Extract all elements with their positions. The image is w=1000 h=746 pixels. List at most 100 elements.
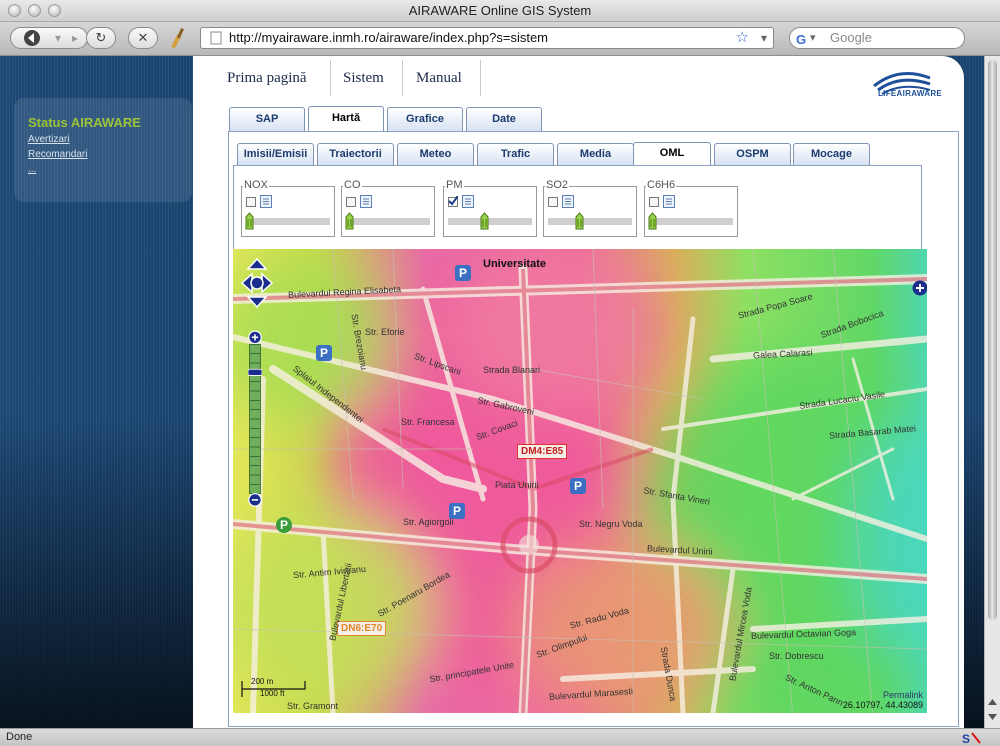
tab-harta[interactable]: Hartă: [308, 106, 384, 132]
window-title: AIRAWARE Online GIS System: [408, 3, 592, 18]
nav-divider: [480, 60, 481, 96]
layer-switcher-icon[interactable]: [912, 280, 927, 296]
tab-date[interactable]: Date: [466, 107, 542, 131]
slider-thumb-icon[interactable]: [480, 212, 489, 230]
parking-icon: P: [455, 265, 471, 281]
pollutant-label: NOX: [243, 179, 269, 191]
pollutant-box-co: CO: [341, 179, 435, 237]
url-bar[interactable]: http://myairaware.inmh.ro/airaware/index…: [200, 27, 774, 49]
broom-icon[interactable]: [167, 27, 189, 54]
status-title: Status AIRAWARE: [28, 115, 141, 130]
logo-text: LIFEAIRAWARE: [878, 89, 943, 98]
road-sign-dm4: DM4:E85: [517, 444, 568, 459]
page-scrollbar[interactable]: [984, 56, 1000, 728]
street-label: Str. Dobrescu: [769, 651, 824, 661]
pollutant-checkbox[interactable]: [448, 196, 458, 207]
pollutant-label: CO: [343, 179, 362, 191]
reload-icon: ↻: [95, 30, 107, 45]
slider-thumb-icon[interactable]: [648, 212, 657, 230]
nav-divider: [330, 60, 331, 96]
checkmark-icon: [448, 196, 458, 206]
pollutant-checkbox[interactable]: [246, 197, 256, 207]
forward-arrow-icon[interactable]: ▸: [65, 28, 85, 48]
tab-imisii-emisii[interactable]: Imisii/Emisii: [237, 143, 314, 165]
tab-trafic[interactable]: Trafic: [477, 143, 554, 165]
pollutant-box-c6h6: C6H6: [644, 179, 738, 237]
sidebar-link-more[interactable]: ...: [28, 164, 36, 175]
slider-thumb-icon[interactable]: [245, 212, 254, 230]
scrollbar-thumb[interactable]: [988, 60, 997, 620]
back-arrow-icon[interactable]: [17, 28, 47, 48]
legend-document-icon[interactable]: [663, 195, 675, 208]
pollutant-checkbox[interactable]: [649, 197, 659, 207]
tab-grafice[interactable]: Grafice: [387, 107, 463, 131]
street-label: Piata Unirii: [495, 480, 539, 490]
sidebar-link-avertizari[interactable]: Avertizari: [28, 134, 70, 145]
bookmark-star-icon[interactable]: ☆: [736, 28, 749, 48]
reload-button[interactable]: ↻: [86, 27, 116, 49]
street-label: Str. Gramont: [287, 701, 339, 711]
pollutant-checkbox[interactable]: [346, 197, 356, 207]
sidebar-link-recomandari[interactable]: Recomandari: [28, 149, 87, 160]
status-bar: Done S: [0, 728, 1000, 746]
tab-traiectorii[interactable]: Traiectorii: [317, 143, 394, 165]
search-placeholder: Google: [830, 30, 872, 45]
opacity-slider-track[interactable]: [548, 218, 632, 225]
tab-mocage[interactable]: Mocage: [793, 143, 870, 165]
stop-icon: ✕: [137, 30, 149, 45]
mouse-coordinates: 26.10797, 44.43089: [842, 700, 923, 710]
parking-icon: P: [276, 517, 292, 533]
legend-document-icon[interactable]: [360, 195, 372, 208]
legend-document-icon[interactable]: [562, 195, 574, 208]
legend-document-icon[interactable]: [462, 195, 474, 208]
parking-icon: P: [570, 478, 586, 494]
opacity-slider-track[interactable]: [346, 218, 430, 225]
status-text: Done: [6, 731, 33, 743]
road-sign-dn6: DN6:E70: [337, 621, 387, 636]
tab-ospm[interactable]: OSPM: [714, 143, 791, 165]
pollutant-label: C6H6: [646, 179, 677, 191]
tab-media[interactable]: Media: [557, 143, 634, 165]
nav-sistem[interactable]: Sistem: [343, 70, 384, 87]
legend-document-icon[interactable]: [260, 195, 272, 208]
svg-text:S: S: [962, 732, 970, 745]
street-label: Str. Negru Voda: [579, 519, 643, 529]
tab-meteo[interactable]: Meteo: [397, 143, 474, 165]
zoom-slider-icon[interactable]: [248, 313, 262, 525]
tab-sap[interactable]: SAP: [229, 107, 305, 131]
page-icon: [209, 31, 223, 51]
search-input[interactable]: G ▾ Google: [789, 27, 965, 49]
place-universitate: Universitate: [483, 258, 546, 270]
url-text[interactable]: http://myairaware.inmh.ro/airaware/index…: [229, 28, 548, 48]
street-label: Str. Francesa: [401, 417, 455, 427]
opacity-slider-track[interactable]: [448, 218, 532, 225]
opacity-slider-track[interactable]: [246, 218, 330, 225]
pollutant-label: SO2: [545, 179, 570, 191]
nav-manual[interactable]: Manual: [416, 70, 462, 87]
tab-oml[interactable]: OML: [633, 142, 711, 166]
scale-metric: 200 m: [251, 677, 274, 686]
google-icon[interactable]: G: [796, 30, 806, 50]
stop-button[interactable]: ✕: [128, 27, 158, 49]
back-forward-buttons: ▾ ▸: [10, 27, 88, 49]
nav-prima-pagina[interactable]: Prima pagină: [227, 70, 307, 87]
title-bar: AIRAWARE Online GIS System: [0, 0, 1000, 22]
slider-thumb-icon[interactable]: [345, 212, 354, 230]
chevron-down-icon[interactable]: ▾: [761, 28, 767, 48]
scroll-down-icon[interactable]: [987, 711, 998, 723]
street-label: Str. Agiorgoli: [403, 517, 454, 527]
chevron-down-icon[interactable]: ▾: [810, 28, 816, 48]
street-label: Str. Eforie: [365, 327, 405, 337]
pollutant-box-so2: SO2: [543, 179, 637, 237]
permalink-link[interactable]: Permalink: [883, 690, 923, 700]
pan-control-icon[interactable]: [240, 257, 274, 309]
pollutant-label: PM: [445, 179, 464, 191]
addon-status-icon[interactable]: S: [962, 731, 982, 745]
pollutant-checkbox[interactable]: [548, 197, 558, 207]
slider-thumb-icon[interactable]: [575, 212, 584, 230]
nav-divider: [402, 60, 403, 96]
pollutant-box-pm: PM: [443, 179, 537, 237]
opacity-slider-track[interactable]: [649, 218, 733, 225]
pollution-map[interactable]: Universitate P P P P P DM4:E85 DN6:E70 B…: [233, 249, 927, 713]
scroll-up-icon[interactable]: [987, 696, 998, 708]
